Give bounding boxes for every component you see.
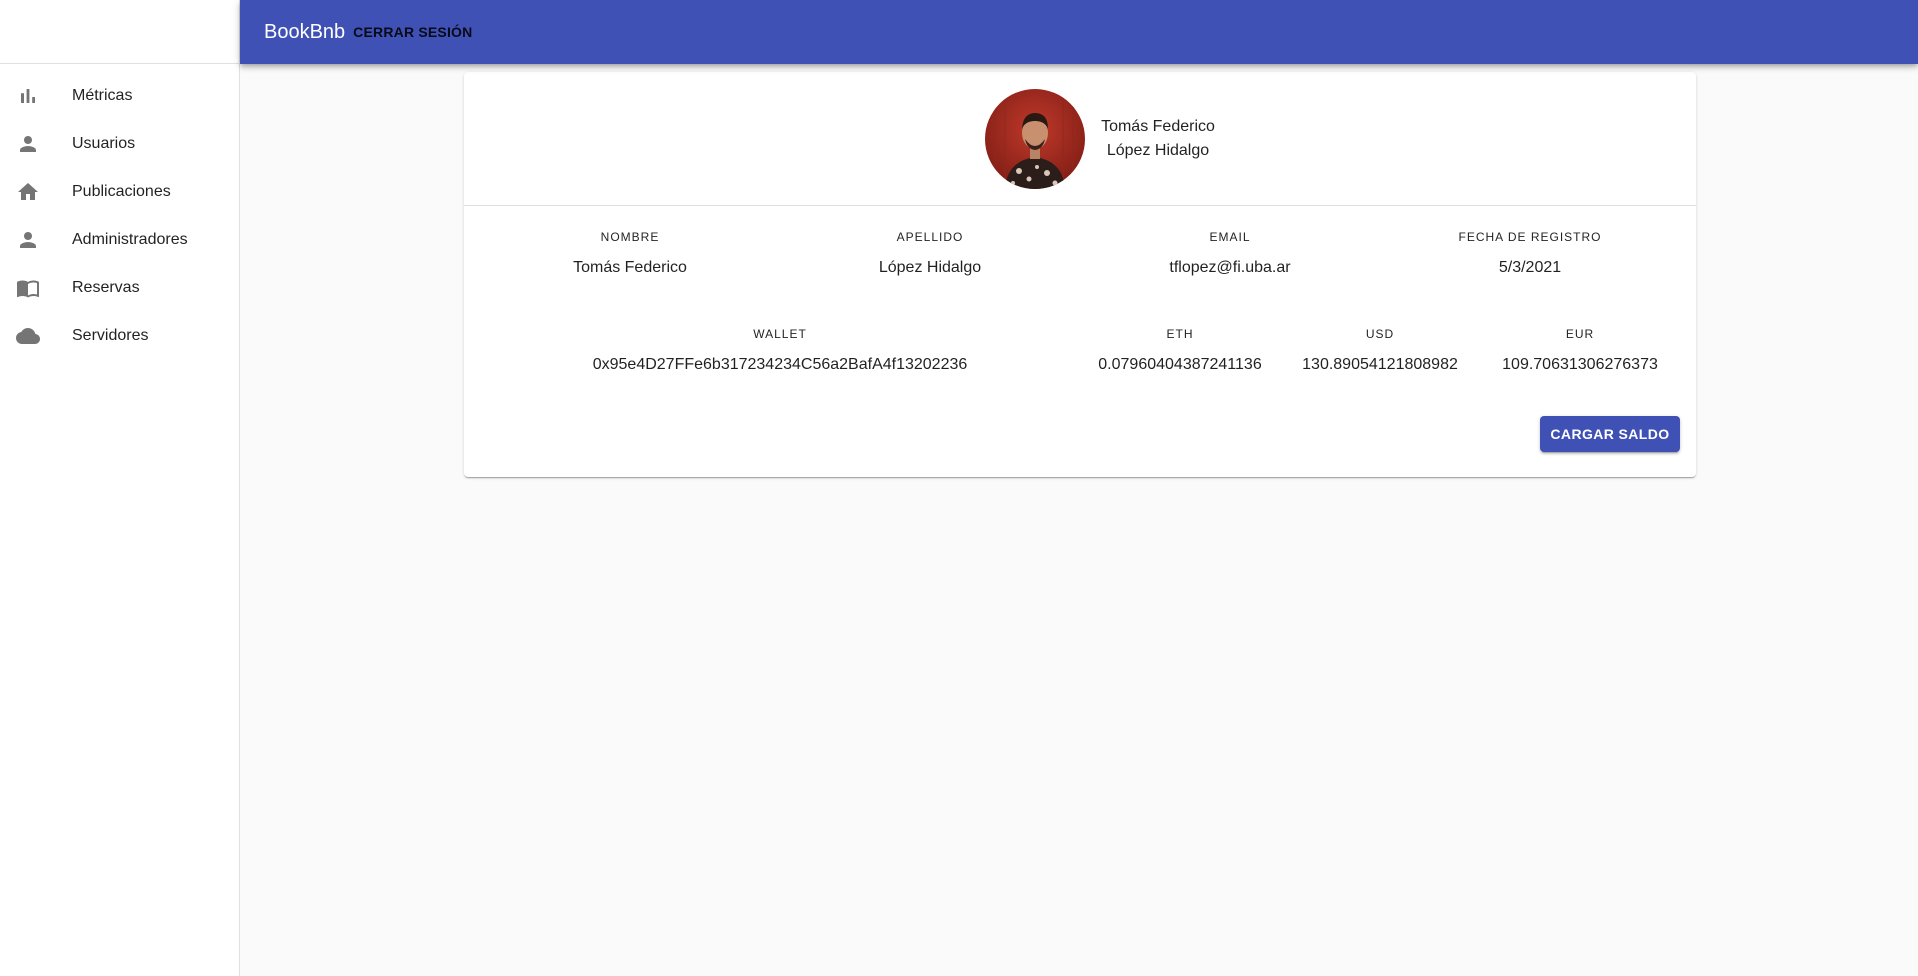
sidebar-item-label: Administradores <box>72 231 188 248</box>
nombre-value: Tomás Federico <box>573 259 687 276</box>
fecha-registro-value: 5/3/2021 <box>1498 259 1562 276</box>
avatar <box>985 88 1086 189</box>
profile-first-name: Tomás Federico <box>1101 117 1215 135</box>
sidebar-item-publicaciones[interactable]: Publicaciones <box>0 168 239 216</box>
profile-header: Tomás Federico López Hidalgo <box>464 72 1696 206</box>
usd-value: 130.89054121808982 <box>1302 356 1458 373</box>
person-icon <box>16 228 40 252</box>
sidebar-item-label: Servidores <box>72 327 149 344</box>
sidebar: Métricas Usuarios Publicaciones Administ… <box>0 0 240 976</box>
cargar-saldo-button[interactable]: CARGAR SALDO <box>1540 416 1680 452</box>
eth-label: ETH <box>1166 327 1194 341</box>
sidebar-header <box>0 0 239 64</box>
sidebar-item-label: Usuarios <box>72 135 136 152</box>
email-value: tflopez@fi.uba.ar <box>1169 259 1291 276</box>
eth-value: 0.07960404387241136 <box>1098 356 1262 373</box>
email-label: EMAIL <box>1209 230 1251 244</box>
bar-chart-icon <box>16 84 40 108</box>
person-icon <box>16 132 40 156</box>
home-icon <box>16 180 40 204</box>
profile-last-name: López Hidalgo <box>1106 141 1210 159</box>
sidebar-item-servidores[interactable]: Servidores <box>0 312 239 360</box>
sidebar-item-label: Publicaciones <box>72 183 171 200</box>
logout-button[interactable]: CERRAR SESIÓN <box>353 24 472 40</box>
eur-label: EUR <box>1565 327 1595 341</box>
nombre-label: NOMBRE <box>600 230 660 244</box>
wallet-label: WALLET <box>753 327 807 341</box>
fecha-registro-label: FECHA DE REGISTRO <box>1458 230 1602 244</box>
profile-name: Tomás Federico López Hidalgo <box>1101 115 1215 163</box>
apellido-label: APELLIDO <box>896 230 964 244</box>
sidebar-nav: Métricas Usuarios Publicaciones Administ… <box>0 64 239 360</box>
apellido-value: López Hidalgo <box>878 259 982 276</box>
cloud-icon <box>16 324 40 348</box>
user-profile-card: Tomás Federico López Hidalgo NOMBRE Tomá… <box>464 72 1696 477</box>
sidebar-item-metricas[interactable]: Métricas <box>0 72 239 120</box>
sidebar-item-label: Reservas <box>72 279 140 296</box>
usd-label: USD <box>1365 327 1395 341</box>
sidebar-item-label: Métricas <box>72 87 133 104</box>
wallet-value: 0x95e4D27FFe6b317234234C56a2BafA4f132022… <box>592 356 968 373</box>
eur-value: 109.70631306276373 <box>1502 356 1658 373</box>
avatar-photo <box>985 88 1086 189</box>
app-bar: BookBnb CERRAR SESIÓN <box>240 0 1918 64</box>
app-title: BookBnb <box>264 20 346 43</box>
sidebar-item-reservas[interactable]: Reservas <box>0 264 239 312</box>
sidebar-item-usuarios[interactable]: Usuarios <box>0 120 239 168</box>
sidebar-item-administradores[interactable]: Administradores <box>0 216 239 264</box>
book-icon <box>16 276 40 300</box>
